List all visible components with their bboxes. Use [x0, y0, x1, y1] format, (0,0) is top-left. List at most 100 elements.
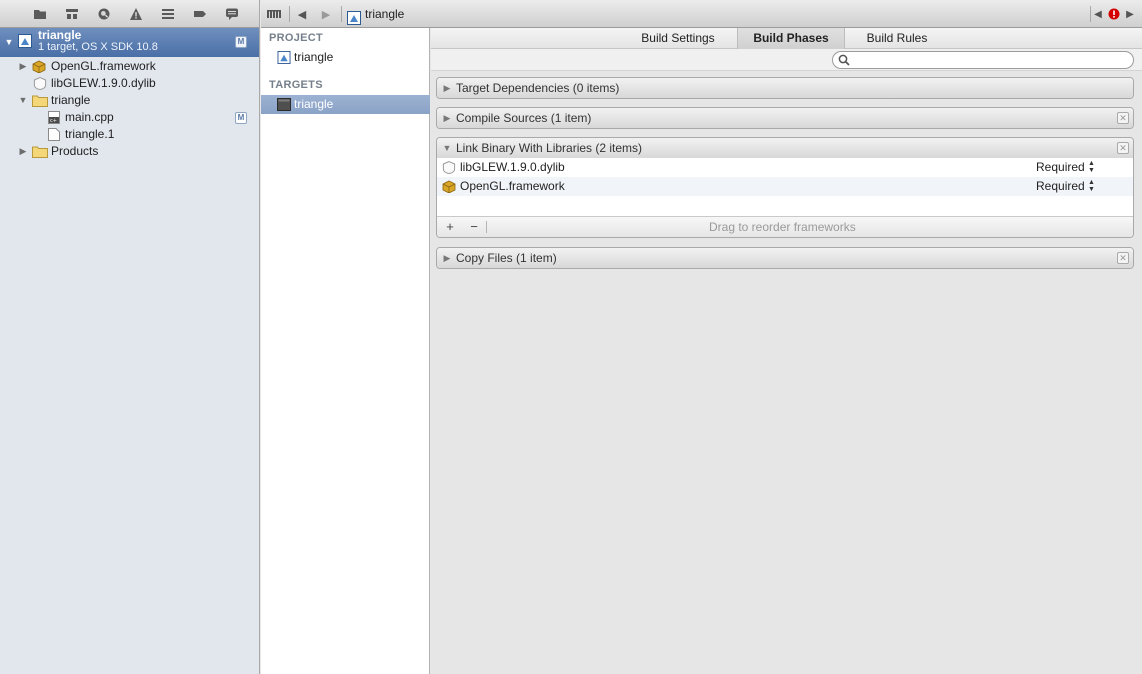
- search-field[interactable]: [832, 51, 1134, 69]
- phase-header[interactable]: ▶ Target Dependencies (0 items): [437, 78, 1133, 98]
- cpp-file-icon: c+: [48, 111, 62, 124]
- forward-arrow-icon[interactable]: ▶: [316, 4, 336, 24]
- navigator-toolbar: [0, 0, 259, 28]
- navigator-item-label: main.cpp: [65, 110, 114, 124]
- navigator-project-row[interactable]: ▼ triangle 1 target, OS X SDK 10.8 M: [0, 28, 259, 57]
- tag-icon[interactable]: [184, 3, 216, 25]
- svg-text:c+: c+: [50, 118, 57, 124]
- modified-badge: M: [235, 36, 247, 48]
- project-subtitle: 1 target, OS X SDK 10.8: [38, 41, 158, 53]
- folder-icon: [32, 94, 48, 107]
- library-row[interactable]: libGLEW.1.9.0.dylib Required ▲ ▼: [437, 158, 1133, 177]
- stepper-arrows-icon[interactable]: ▲ ▼: [1088, 179, 1095, 193]
- project-section-header: PROJECT: [269, 32, 324, 44]
- phase-target-dependencies: ▶ Target Dependencies (0 items): [436, 77, 1134, 99]
- target-item-label: triangle: [294, 97, 334, 111]
- xcode-project-icon: [18, 34, 32, 48]
- phase-title: Target Dependencies (0 items): [456, 81, 620, 95]
- comment-icon[interactable]: [216, 3, 248, 25]
- phase-compile-sources: ▶ Compile Sources (1 item) ✕: [436, 107, 1134, 129]
- navigator-item-main-cpp[interactable]: c+ main.cpp M: [0, 109, 259, 126]
- warning-icon[interactable]: [120, 3, 152, 25]
- framework-icon: [442, 180, 456, 194]
- library-status[interactable]: Required: [1036, 158, 1085, 177]
- jump-bar: ◀ ▶ triangle ◀ ▶: [261, 0, 1142, 28]
- folder-icon: [32, 145, 48, 158]
- hierarchy-icon[interactable]: [56, 3, 88, 25]
- project-targets-list: PROJECT triangle TARGETS triangle: [261, 28, 430, 674]
- project-navigator: ▼ triangle 1 target, OS X SDK 10.8 M ▶ O…: [0, 0, 260, 674]
- phase-header[interactable]: ▼ Link Binary With Libraries (2 items) ✕: [437, 138, 1133, 158]
- navigator-item-label: libGLEW.1.9.0.dylib: [51, 76, 156, 90]
- disclosure-open-icon[interactable]: ▼: [441, 138, 453, 158]
- editor-tab-bar: Build Settings Build Phases Build Rules: [431, 28, 1142, 49]
- phase-link-binary: ▼ Link Binary With Libraries (2 items) ✕…: [436, 137, 1134, 238]
- navigator-item-triangle-group[interactable]: ▼ triangle: [0, 92, 259, 109]
- navigator-item-label: OpenGL.framework: [51, 59, 156, 73]
- navigator-tree: ▼ triangle 1 target, OS X SDK 10.8 M ▶ O…: [0, 28, 259, 160]
- tab-build-settings[interactable]: Build Settings: [628, 28, 728, 49]
- error-icon[interactable]: [1107, 4, 1121, 24]
- phase-footer: + − Drag to reorder frameworks: [437, 217, 1133, 237]
- phase-header[interactable]: ▶ Compile Sources (1 item) ✕: [437, 108, 1133, 128]
- filter-bar: [431, 49, 1142, 71]
- navigator-item-libglew-dylib[interactable]: libGLEW.1.9.0.dylib: [0, 75, 259, 92]
- application-target-icon: [277, 98, 291, 111]
- navigator-item-triangle-1[interactable]: triangle.1: [0, 126, 259, 143]
- separator: [289, 6, 290, 22]
- separator: [486, 221, 487, 233]
- related-items-icon[interactable]: [264, 4, 284, 24]
- search-icon[interactable]: [88, 3, 120, 25]
- phase-title: Link Binary With Libraries (2 items): [456, 141, 643, 155]
- next-issue-icon[interactable]: ▶: [1123, 4, 1137, 24]
- reorder-hint: Drag to reorder frameworks: [709, 220, 856, 234]
- previous-issue-icon[interactable]: ◀: [1091, 4, 1105, 24]
- framework-icon: [32, 60, 46, 74]
- phase-header[interactable]: ▶ Copy Files (1 item) ✕: [437, 248, 1133, 268]
- back-arrow-icon[interactable]: ◀: [292, 4, 312, 24]
- disclosure-closed-icon[interactable]: ▶: [441, 108, 453, 128]
- breadcrumb-label: triangle: [365, 7, 405, 21]
- navigator-item-label: triangle.1: [65, 127, 115, 141]
- project-item-label: triangle: [294, 50, 334, 64]
- library-name: libGLEW.1.9.0.dylib: [460, 160, 565, 174]
- remove-library-button[interactable]: −: [465, 219, 483, 235]
- xcode-project-icon: [347, 7, 361, 25]
- tab-build-rules[interactable]: Build Rules: [855, 28, 939, 49]
- delete-phase-icon[interactable]: ✕: [1117, 252, 1129, 264]
- disclosure-open-icon[interactable]: ▼: [3, 34, 15, 51]
- navigator-item-label: Products: [51, 144, 99, 158]
- folder-icon[interactable]: [24, 3, 56, 25]
- navigator-item-products[interactable]: ▶ Products: [0, 143, 259, 160]
- library-row[interactable]: OpenGL.framework Required ▲ ▼: [437, 177, 1133, 196]
- separator: [341, 6, 342, 22]
- navigator-item-label: triangle: [51, 93, 91, 107]
- stepper-arrows-icon[interactable]: ▲ ▼: [1088, 160, 1095, 174]
- phase-title: Compile Sources (1 item): [456, 111, 592, 125]
- target-item[interactable]: triangle: [261, 95, 430, 114]
- dylib-icon: [442, 161, 456, 175]
- tab-build-phases[interactable]: Build Phases: [737, 28, 845, 49]
- delete-phase-icon[interactable]: ✕: [1117, 112, 1129, 124]
- targets-section-header: TARGETS: [269, 79, 323, 91]
- disclosure-closed-icon[interactable]: ▶: [17, 143, 29, 160]
- disclosure-closed-icon[interactable]: ▶: [441, 248, 453, 268]
- disclosure-open-icon[interactable]: ▼: [17, 92, 29, 109]
- build-phases-editor: Build Settings Build Phases Build Rules …: [431, 28, 1142, 674]
- add-library-button[interactable]: +: [441, 219, 459, 235]
- modified-badge: M: [235, 112, 247, 124]
- phase-title: Copy Files (1 item): [456, 251, 557, 265]
- disclosure-closed-icon[interactable]: ▶: [441, 78, 453, 98]
- delete-phase-icon[interactable]: ✕: [1117, 142, 1129, 154]
- library-status[interactable]: Required: [1036, 177, 1085, 196]
- disclosure-closed-icon[interactable]: ▶: [17, 58, 29, 75]
- navigator-item-opengl-framework[interactable]: ▶ OpenGL.framework: [0, 58, 259, 75]
- xcode-project-icon: [277, 51, 291, 64]
- document-icon: [48, 128, 62, 141]
- search-input[interactable]: [853, 53, 1123, 67]
- project-item[interactable]: triangle: [261, 48, 430, 67]
- breadcrumb[interactable]: triangle: [347, 0, 404, 28]
- phase-copy-files: ▶ Copy Files (1 item) ✕: [436, 247, 1134, 269]
- library-name: OpenGL.framework: [460, 179, 565, 193]
- list-icon[interactable]: [152, 3, 184, 25]
